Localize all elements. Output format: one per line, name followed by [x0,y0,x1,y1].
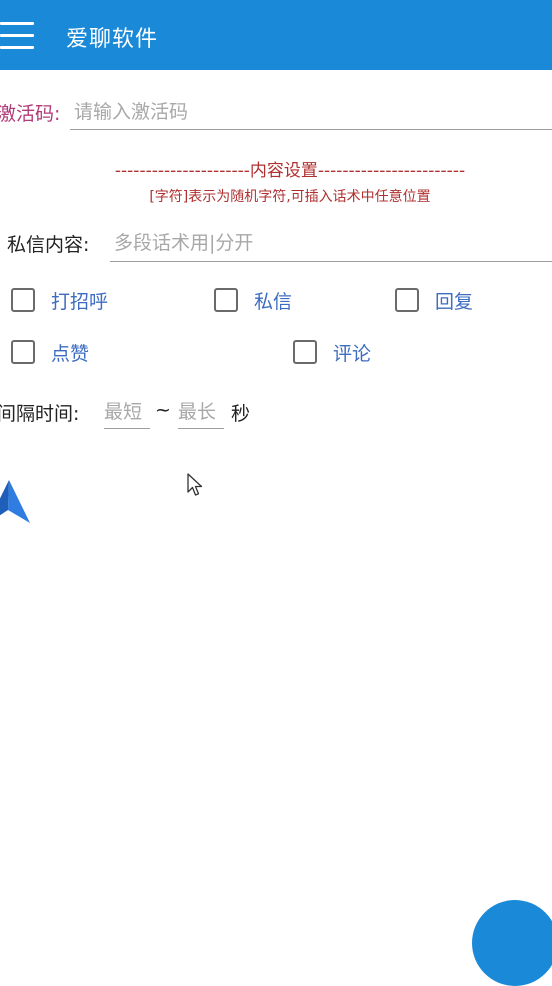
content-settings-title: ----------------------内容设置--------------… [114,161,466,181]
checkbox-label: 回复 [435,290,474,313]
checkbox-label: 私信 [254,290,293,313]
checkbox-box[interactable] [395,288,419,312]
checkbox-label: 评论 [333,342,372,365]
mouse-pointer-icon [187,473,203,496]
interval-row: 间隔时间: ~ 秒 [0,396,300,436]
checkbox-reply[interactable]: 回复 [395,285,473,315]
checkbox-label: 点赞 [51,342,90,365]
checkbox-like[interactable]: 点赞 [11,337,89,367]
checkbox-label: 打招呼 [51,290,109,313]
app-bar: 爱聊软件 [0,0,552,70]
activation-row: 激活码: [0,95,552,131]
interval-min-input[interactable] [104,396,150,429]
checkbox-box[interactable] [11,340,35,364]
message-content-input[interactable] [110,225,552,262]
checkbox-comment[interactable]: 评论 [293,337,371,367]
interval-max-input[interactable] [178,396,224,429]
content-settings-note: [字符]表示为随机字符,可插入话术中任意位置 [149,189,431,205]
checkbox-box[interactable] [293,340,317,364]
interval-unit: 秒 [231,403,251,425]
activation-label: 激活码: [0,103,61,125]
floating-action-button[interactable] [472,900,552,986]
navigation-arrow-icon [0,480,30,523]
interval-label: 间隔时间: [0,403,80,425]
hamburger-menu-icon[interactable] [0,22,34,50]
checkbox-greet[interactable]: 打招呼 [11,285,108,315]
message-label: 私信内容: [7,234,90,256]
checkbox-box[interactable] [11,288,35,312]
checkbox-private-message[interactable]: 私信 [214,285,292,315]
app-title: 爱聊软件 [66,27,159,52]
checkbox-box[interactable] [214,288,238,312]
message-row: 私信内容: [0,225,552,265]
activation-code-input[interactable] [70,95,552,130]
interval-separator: ~ [155,399,171,421]
